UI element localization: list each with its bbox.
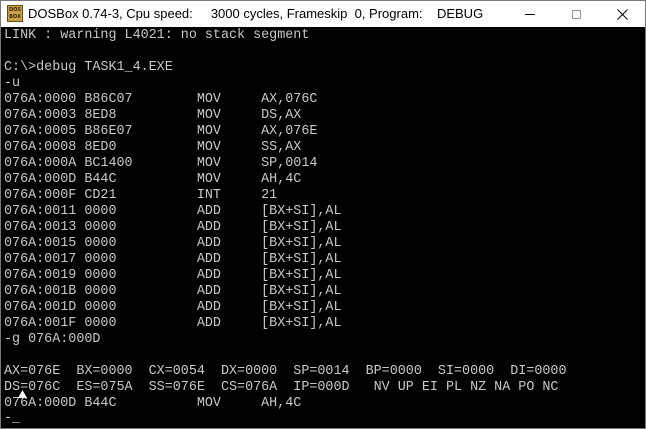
- command-prompt[interactable]: -_: [4, 411, 20, 427]
- console-line: 076A:0015 0000 ADD [BX+SI],AL: [4, 236, 342, 251]
- title-bar[interactable]: DOS BOX DOSBox 0.74-3, Cpu speed: 3000 c…: [1, 1, 645, 27]
- mouse-pointer-icon: [18, 390, 27, 398]
- maximize-button[interactable]: [553, 1, 599, 27]
- console-line: 076A:0005 B86E07 MOV AX,076E: [4, 124, 318, 139]
- console-line: 076A:000D B44C MOV AH,4C: [4, 396, 302, 411]
- console-line: 076A:0000 B86C07 MOV AX,076C: [4, 92, 318, 107]
- console-line: 076A:000D B44C MOV AH,4C: [4, 172, 302, 187]
- window-title: DOSBox 0.74-3, Cpu speed: 3000 cycles, F…: [28, 6, 484, 21]
- console-line: AX=076E BX=0000 CX=0054 DX=0000 SP=0014 …: [4, 364, 567, 379]
- dosbox-icon[interactable]: DOS BOX: [7, 5, 23, 22]
- console-line: -g 076A:000D: [4, 332, 101, 347]
- dosbox-icon-text-top: DOS: [8, 7, 21, 13]
- console-line: 076A:001B 0000 ADD [BX+SI],AL: [4, 284, 342, 299]
- console-line: -u: [4, 76, 21, 91]
- console-line: 076A:0011 0000 ADD [BX+SI],AL: [4, 204, 342, 219]
- minimize-icon: [525, 13, 535, 15]
- console-line: 076A:0008 8ED0 MOV SS,AX: [4, 140, 302, 155]
- dosbox-icon-text-bottom: BOX: [9, 14, 21, 20]
- close-button[interactable]: [599, 1, 645, 27]
- console-line: DS=076C ES=075A SS=076E CS=076A IP=000D …: [4, 380, 559, 395]
- console-line: C:\>debug TASK1_4.EXE: [4, 60, 173, 75]
- console-line: 076A:001D 0000 ADD [BX+SI],AL: [4, 300, 342, 315]
- console-line: 076A:000F CD21 INT 21: [4, 188, 278, 203]
- console-line: 076A:000A BC1400 MOV SP,0014: [4, 156, 318, 171]
- dos-screen[interactable]: LINK : warning L4021: no stack segment C:…: [1, 27, 645, 428]
- console-line: 076A:0003 8ED8 MOV DS,AX: [4, 108, 302, 123]
- console-line: LINK : warning L4021: no stack segment: [4, 28, 310, 43]
- dosbox-window: DOS BOX DOSBox 0.74-3, Cpu speed: 3000 c…: [0, 0, 646, 429]
- console-line: 076A:0013 0000 ADD [BX+SI],AL: [4, 220, 342, 235]
- console-line: 076A:0017 0000 ADD [BX+SI],AL: [4, 252, 342, 267]
- close-icon: [616, 8, 628, 20]
- console-output: LINK : warning L4021: no stack segment C:…: [4, 28, 567, 412]
- maximize-icon: [571, 9, 581, 19]
- console-line: 076A:001F 0000 ADD [BX+SI],AL: [4, 316, 342, 331]
- minimize-button[interactable]: [507, 1, 553, 27]
- console-line: 076A:0019 0000 ADD [BX+SI],AL: [4, 268, 342, 283]
